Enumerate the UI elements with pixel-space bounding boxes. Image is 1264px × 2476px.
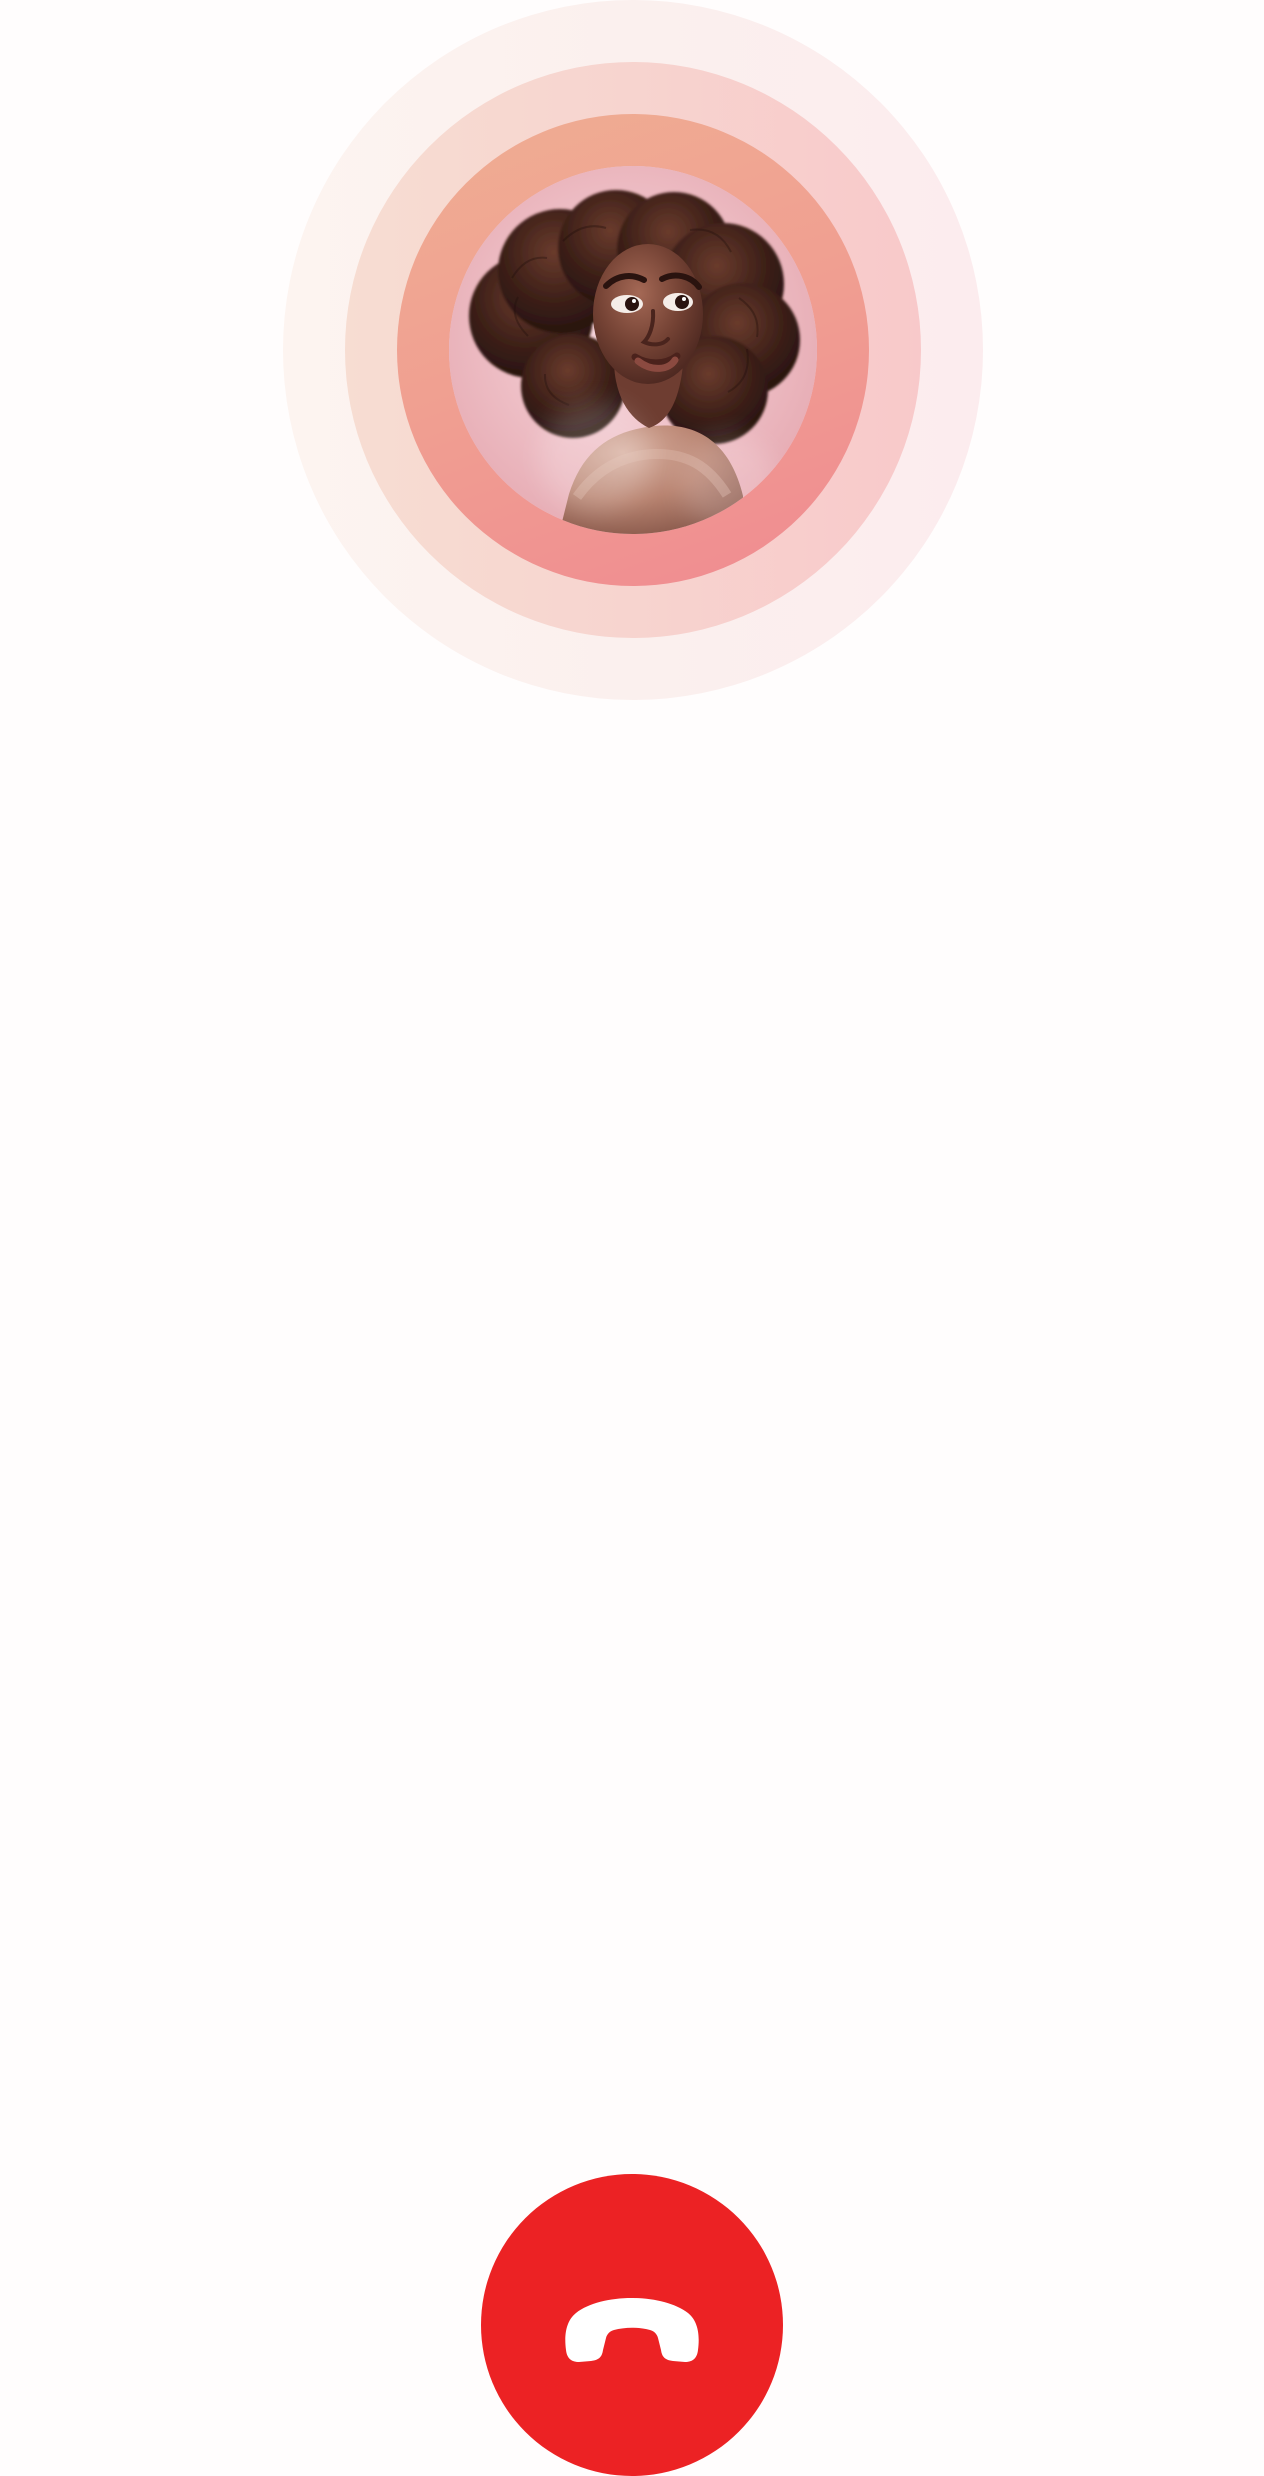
hang-up-icon [565,2298,699,2362]
person-portrait-image [449,166,817,534]
end-call-button[interactable] [481,2174,783,2476]
call-screen [0,0,1264,2476]
contact-avatar [449,166,817,534]
avatar-ripple [283,0,983,700]
